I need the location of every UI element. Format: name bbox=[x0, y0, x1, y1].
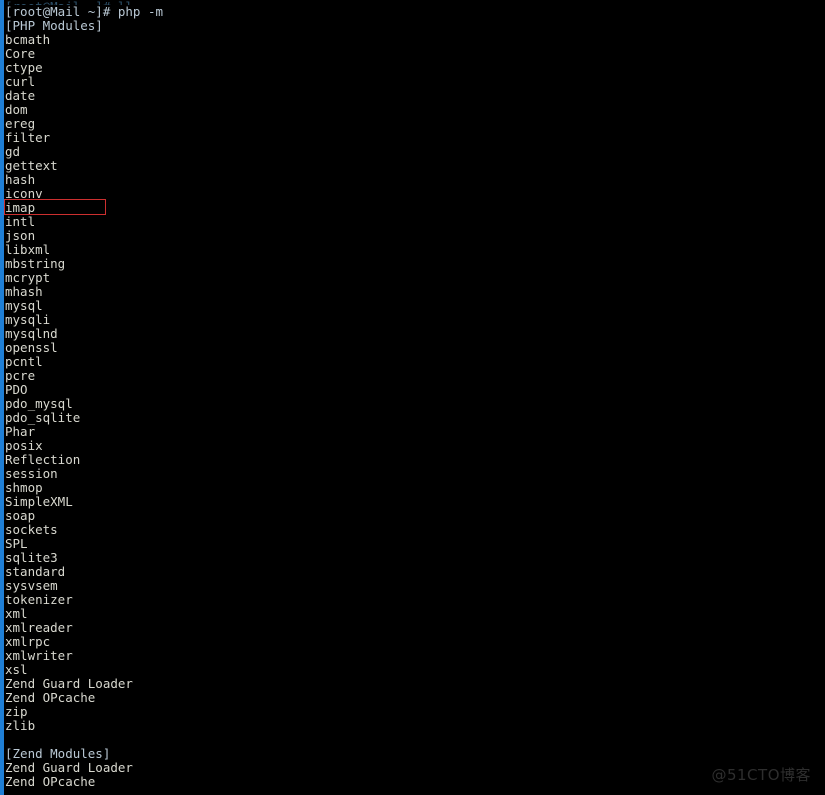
module-list-item: sockets bbox=[5, 522, 58, 537]
module-list-item: shmop bbox=[5, 480, 43, 495]
module-list-item: ereg bbox=[5, 116, 36, 131]
module-list-item: mysqli bbox=[5, 312, 51, 327]
watermark-label: @51CTO博客 bbox=[711, 766, 811, 784]
module-list-item: filter bbox=[5, 130, 51, 145]
module-list-item: ctype bbox=[5, 60, 43, 75]
zend-module-list-item: Zend OPcache bbox=[5, 774, 96, 789]
module-list-item: curl bbox=[5, 74, 36, 89]
module-list-item: mhash bbox=[5, 284, 43, 299]
module-list-item: Reflection bbox=[5, 452, 81, 467]
module-list-item: hash bbox=[5, 172, 36, 187]
zend-module-list-item: Zend Guard Loader bbox=[5, 760, 133, 775]
module-list-item: tokenizer bbox=[5, 592, 73, 607]
module-list-item: pcntl bbox=[5, 354, 43, 369]
module-list-item: xmlrpc bbox=[5, 634, 51, 649]
terminal-output-area[interactable]: [root@Mail ~]# ll [root@Mail ~]# php -m … bbox=[0, 0, 825, 795]
module-list-item: json bbox=[5, 228, 36, 243]
module-list-item: session bbox=[5, 466, 58, 481]
module-list-item: Zend OPcache bbox=[5, 690, 96, 705]
terminal-window: [root@Mail ~]# ll [root@Mail ~]# php -m … bbox=[0, 0, 825, 795]
module-list-item: bcmath bbox=[5, 32, 51, 47]
module-list-item: standard bbox=[5, 564, 66, 579]
module-list-item: mysqlnd bbox=[5, 326, 58, 341]
module-list-item: xmlreader bbox=[5, 620, 73, 635]
module-list-item-imap: imap bbox=[5, 200, 36, 215]
module-list-item: zlib bbox=[5, 718, 36, 733]
module-list-item: PDO bbox=[5, 382, 28, 397]
module-list-item: mcrypt bbox=[5, 270, 51, 285]
module-list-item: gettext bbox=[5, 158, 58, 173]
module-list-item: sqlite3 bbox=[5, 550, 58, 565]
module-list-item: iconv bbox=[5, 186, 43, 201]
command-prompt-line: [root@Mail ~]# php -m bbox=[5, 4, 164, 19]
module-list-item: xml bbox=[5, 606, 28, 621]
module-list-item: pdo_sqlite bbox=[5, 410, 81, 425]
zend-modules-header: [Zend Modules] bbox=[5, 746, 111, 761]
module-list-item: pdo_mysql bbox=[5, 396, 73, 411]
module-list-item: SimpleXML bbox=[5, 494, 73, 509]
module-list-item: intl bbox=[5, 214, 36, 229]
module-list-item: posix bbox=[5, 438, 43, 453]
module-list-item: xmlwriter bbox=[5, 648, 73, 663]
module-list-item: xsl bbox=[5, 662, 28, 677]
module-list-item: Zend Guard Loader bbox=[5, 676, 133, 691]
module-list-item: soap bbox=[5, 508, 36, 523]
module-list-item: SPL bbox=[5, 536, 28, 551]
module-list-item: pcre bbox=[5, 368, 36, 383]
left-edge-marker-stripe bbox=[0, 0, 4, 795]
module-list-item: sysvsem bbox=[5, 578, 58, 593]
module-list-item: Core bbox=[5, 46, 36, 61]
module-list-item: mbstring bbox=[5, 256, 66, 271]
module-list-item: Phar bbox=[5, 424, 36, 439]
module-list-item: gd bbox=[5, 144, 21, 159]
php-modules-header: [PHP Modules] bbox=[5, 18, 103, 33]
module-list-item: openssl bbox=[5, 340, 58, 355]
module-list-item: mysql bbox=[5, 298, 43, 313]
module-list-item: zip bbox=[5, 704, 28, 719]
module-list-item: dom bbox=[5, 102, 28, 117]
module-list-item: libxml bbox=[5, 242, 51, 257]
blank-separator-line bbox=[0, 733, 825, 747]
module-list-item: date bbox=[5, 88, 36, 103]
